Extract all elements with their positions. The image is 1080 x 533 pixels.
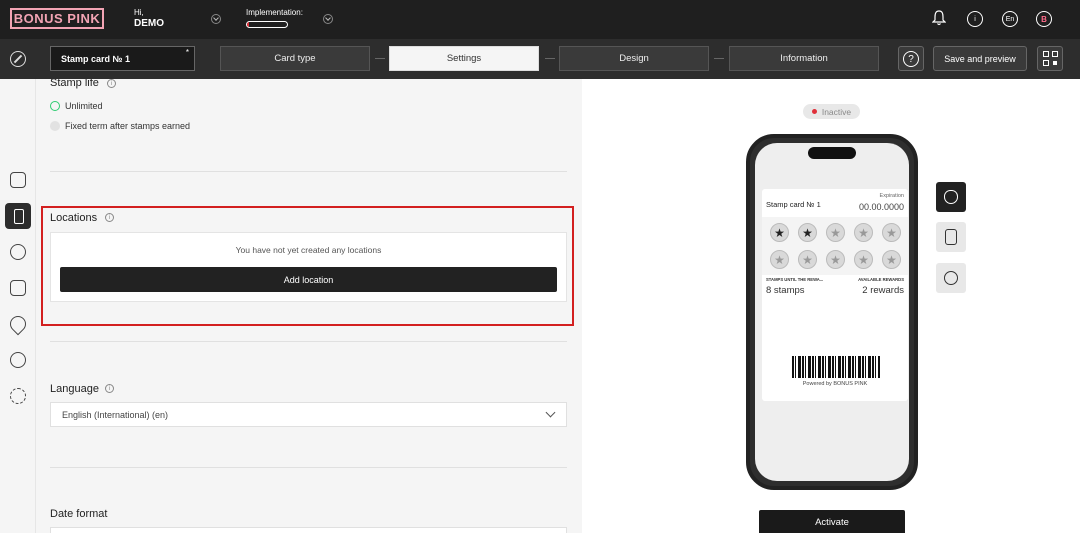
- expiration-value: 00.00.0000: [858, 202, 904, 212]
- radio-fixed-term-label[interactable]: Fixed term after stamps earned: [65, 121, 190, 131]
- chat-bubble-icon: [944, 271, 958, 285]
- messages-icon[interactable]: [10, 280, 26, 296]
- apple-icon: [944, 190, 958, 204]
- divider: [50, 467, 567, 468]
- stamp-empty: ★: [770, 250, 789, 269]
- language-select[interactable]: English (International) (en): [50, 402, 567, 427]
- radio-unlimited-label[interactable]: Unlimited: [65, 101, 103, 111]
- stamp-empty: ★: [882, 250, 901, 269]
- radio-fixed-term[interactable]: [50, 121, 60, 131]
- language-select-value: English (International) (en): [62, 410, 169, 420]
- managers-icon[interactable]: [10, 352, 26, 368]
- step-divider: [545, 58, 555, 59]
- divider: [50, 171, 567, 172]
- status-badge: Inactive: [803, 104, 860, 119]
- bell-icon[interactable]: [932, 10, 946, 26]
- card-name-field[interactable]: Stamp card № 1 *: [50, 46, 195, 71]
- stamp-empty: ★: [798, 250, 817, 269]
- step-settings[interactable]: Settings: [389, 46, 539, 71]
- activate-button[interactable]: Activate: [759, 510, 905, 533]
- stamp-empty: ★: [854, 250, 873, 269]
- sidebar: [0, 79, 36, 533]
- chevron-down-icon: [545, 407, 556, 418]
- edit-pencil-icon[interactable]: [10, 51, 26, 67]
- divider: [50, 341, 567, 342]
- expiration-label: Expiration: [879, 193, 904, 199]
- phone-mockup: Stamp card № 1 Expiration 00.00.0000 ★ ★ ★…: [746, 134, 918, 490]
- phone-screen: Stamp card № 1 Expiration 00.00.0000 ★ ★ ★…: [755, 143, 909, 481]
- greeting-text: Hi,: [134, 8, 144, 17]
- step-divider: [375, 58, 385, 59]
- messages-tab[interactable]: [936, 263, 966, 293]
- stamps-until-reward-value: 8 stamps: [766, 285, 805, 296]
- date-format-title: Date format: [50, 508, 108, 520]
- language-title: Language: [50, 383, 99, 395]
- top-bar: BONUS PINK Hi, DEMO Implementation: i En…: [0, 0, 1080, 39]
- barcode: [792, 356, 880, 378]
- user-greeting[interactable]: Hi, DEMO: [134, 7, 164, 29]
- available-rewards-label: AVAILABLE REWARDS: [858, 277, 904, 282]
- cards-icon[interactable]: [5, 203, 31, 229]
- stamp-empty: ★: [854, 223, 873, 242]
- step-information[interactable]: Information: [729, 46, 879, 71]
- location-pin-icon[interactable]: [6, 312, 30, 336]
- save-and-preview-button[interactable]: Save and preview: [933, 46, 1027, 71]
- step-design[interactable]: Design: [559, 46, 709, 71]
- date-format-select[interactable]: [50, 527, 567, 533]
- stamp-life-info-icon[interactable]: i: [107, 79, 116, 88]
- card-name-value: Stamp card № 1: [61, 54, 131, 64]
- phone-notch: [808, 147, 856, 159]
- question-icon: ?: [903, 51, 919, 67]
- brand-logo[interactable]: BONUS PINK: [10, 8, 104, 29]
- info-icon[interactable]: i: [967, 11, 983, 27]
- home-icon[interactable]: [10, 172, 26, 188]
- required-mark: *: [185, 48, 189, 57]
- language-switcher[interactable]: En: [1002, 11, 1018, 27]
- qr-code-button[interactable]: [1037, 46, 1063, 71]
- powered-by-text: Powered by BONUS PINK: [802, 381, 868, 387]
- qr-code-icon: [1043, 51, 1049, 57]
- user-name: DEMO: [134, 18, 164, 29]
- implementation-progress-fill: [247, 22, 249, 27]
- language-info-icon[interactable]: i: [105, 384, 114, 393]
- radio-unlimited[interactable]: [50, 101, 60, 111]
- gear-icon[interactable]: [10, 388, 26, 404]
- status-text: Inactive: [821, 106, 852, 117]
- stamp-life-title: Stamp life: [50, 79, 99, 89]
- stamp-empty: ★: [826, 223, 845, 242]
- implementation-label: Implementation:: [246, 8, 303, 17]
- wallet-card: Stamp card № 1 Expiration 00.00.0000 ★ ★ ★…: [762, 189, 908, 401]
- user-menu-chevron-icon[interactable]: [211, 14, 221, 24]
- settings-panel: Stamp life i Unlimited Fixed term after …: [36, 79, 582, 533]
- stamp-empty: ★: [882, 223, 901, 242]
- customers-icon[interactable]: [10, 244, 26, 260]
- stamp-grid: ★ ★ ★ ★ ★ ★ ★ ★ ★ ★: [762, 217, 908, 275]
- implementation-chevron-icon[interactable]: [323, 14, 333, 24]
- locations-highlight: [41, 206, 574, 326]
- implementation-progress: [246, 21, 288, 28]
- apple-wallet-tab[interactable]: [936, 182, 966, 212]
- smartwatch-tab[interactable]: [936, 222, 966, 252]
- watch-icon: [945, 229, 957, 245]
- wallet-card-title: Stamp card № 1: [766, 200, 821, 209]
- stamp-filled: ★: [798, 223, 817, 242]
- step-divider: [714, 58, 724, 59]
- help-button[interactable]: ?: [898, 46, 924, 71]
- status-dot: [811, 109, 817, 114]
- avatar[interactable]: B: [1036, 11, 1052, 27]
- stamp-filled: ★: [770, 223, 789, 242]
- stamps-until-reward-label: STAMPS UNTIL THE REWA...: [766, 277, 824, 282]
- card-preview-panel: Inactive Stamp card № 1 Expiration 00.00…: [582, 79, 1080, 533]
- available-rewards-value: 2 rewards: [862, 285, 904, 296]
- stamp-empty: ★: [826, 250, 845, 269]
- step-card-type[interactable]: Card type: [220, 46, 370, 71]
